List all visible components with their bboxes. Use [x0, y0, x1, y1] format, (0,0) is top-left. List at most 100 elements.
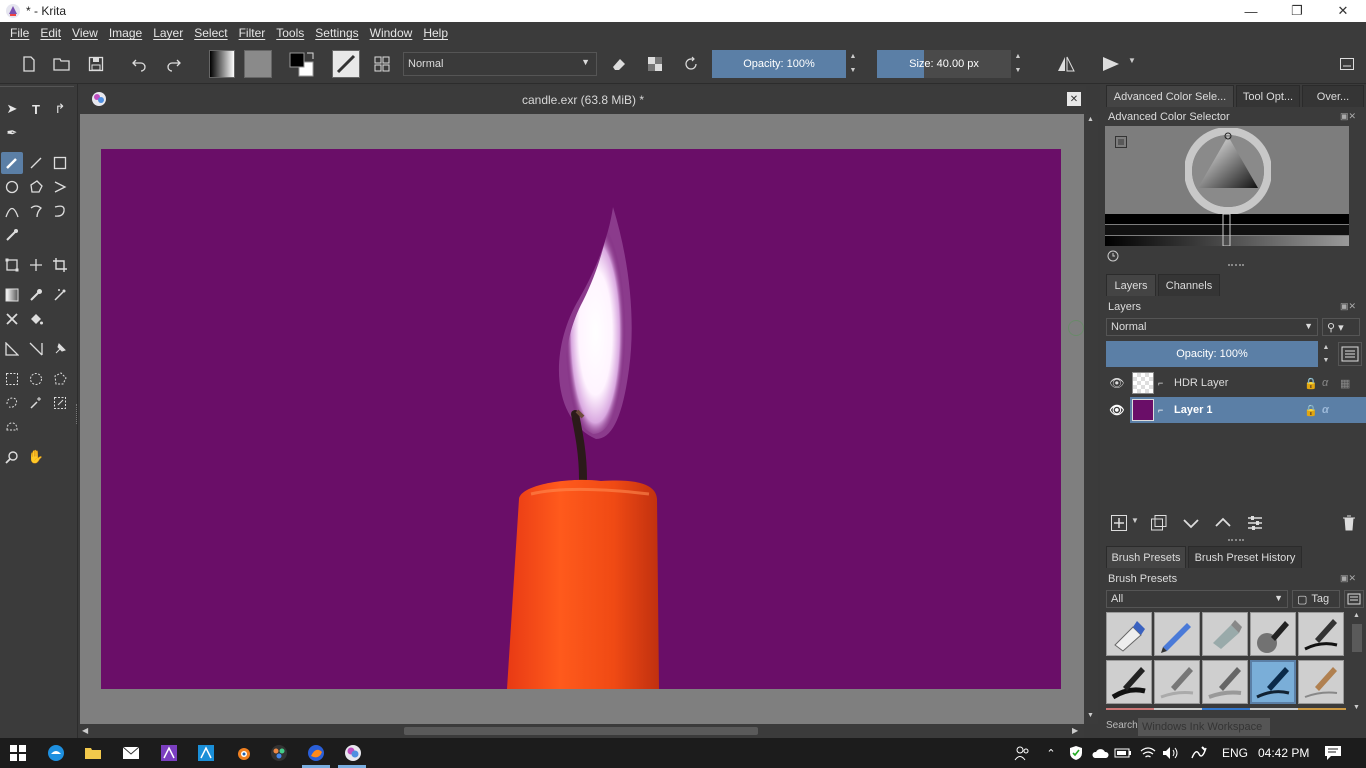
toolbox-resize-handle[interactable]	[76, 404, 78, 424]
menu-layer[interactable]: Layer	[149, 26, 187, 40]
mirror-horizontal-icon[interactable]	[1053, 51, 1079, 77]
mail-icon[interactable]	[121, 743, 141, 763]
brush-preset-icon[interactable]	[332, 50, 360, 78]
layer-opacity-spinner[interactable]: ▲ ▼	[1320, 341, 1332, 367]
brush-tag-button[interactable]: ▢ Tag	[1292, 590, 1340, 608]
undo-icon[interactable]	[126, 51, 152, 77]
save-icon[interactable]	[83, 51, 109, 77]
scroll-right-icon[interactable]: ▶	[1072, 726, 1078, 735]
affinity-designer-icon[interactable]	[196, 743, 216, 763]
layer-options-icon[interactable]	[1338, 342, 1362, 366]
delete-layer-icon[interactable]	[1340, 514, 1358, 532]
brush-settings-icon[interactable]	[369, 51, 395, 77]
freehand-path-tool-icon[interactable]	[25, 200, 47, 222]
menu-filter[interactable]: Filter	[235, 26, 270, 40]
dynamic-brush-tool-icon[interactable]	[49, 200, 71, 222]
vertical-scrollbar[interactable]: ▲ ▼	[1084, 114, 1098, 724]
restore-button[interactable]: ❐	[1274, 0, 1320, 22]
gradient-tool-icon[interactable]	[1, 284, 23, 306]
defender-shield-icon[interactable]	[1066, 743, 1086, 763]
zoom-tool-icon[interactable]	[1, 446, 23, 468]
layer-row-hdr[interactable]: 👁 ⌐ HDR Layer 🔒 α ▦	[1104, 370, 1366, 396]
duplicate-layer-icon[interactable]	[1150, 514, 1168, 532]
visibility-eye-icon[interactable]: 👁	[1104, 376, 1130, 390]
edit-shapes-tool-icon[interactable]: ↱	[49, 98, 71, 120]
menu-tools[interactable]: Tools	[272, 26, 308, 40]
measure-tool-icon[interactable]	[1, 338, 23, 360]
brush-preset-ink[interactable]	[1298, 612, 1344, 656]
menu-select[interactable]: Select	[190, 26, 231, 40]
brush-preset-eraser[interactable]	[1106, 612, 1152, 656]
toolbar-menu-icon[interactable]	[1334, 51, 1360, 77]
rect-select-tool-icon[interactable]	[1, 368, 23, 390]
smart-patch-tool-icon[interactable]	[49, 284, 71, 306]
magic-wand-tool-icon[interactable]	[25, 392, 47, 414]
menu-window[interactable]: Window	[366, 26, 417, 40]
layer-properties-icon[interactable]	[1246, 514, 1264, 532]
scroll-up-icon[interactable]: ▲	[1353, 612, 1360, 619]
freehand-brush-tool-icon[interactable]	[1, 152, 23, 174]
tab-brush-presets[interactable]: Brush Presets	[1106, 546, 1186, 568]
volume-icon[interactable]	[1161, 743, 1181, 763]
similar-select-tool-icon[interactable]	[49, 392, 71, 414]
move-tool-icon[interactable]	[25, 254, 47, 276]
alpha-lock-icon[interactable]: α	[1322, 377, 1340, 389]
inherit-alpha-icon[interactable]: ▦	[1340, 377, 1358, 390]
color-value-bars[interactable]	[1105, 214, 1349, 246]
horizontal-scrollbar[interactable]: ◀ ▶	[80, 724, 1084, 738]
reload-preset-icon[interactable]	[678, 51, 704, 77]
menu-help[interactable]: Help	[419, 26, 452, 40]
opacity-spinner[interactable]: ▲ ▼	[847, 50, 859, 78]
color-selector-area[interactable]	[1105, 126, 1349, 246]
edge-browser-icon[interactable]	[46, 743, 66, 763]
alpha-lock-icon[interactable]: α	[1322, 404, 1340, 416]
menu-edit[interactable]: Edit	[36, 26, 65, 40]
tab-tool-options[interactable]: Tool Opt...	[1236, 85, 1300, 107]
brush-float-close-icon[interactable]: ▣✕	[1340, 573, 1356, 584]
menu-view[interactable]: View	[68, 26, 102, 40]
bezier-select-tool-icon[interactable]	[1, 416, 23, 438]
ellipse-tool-icon[interactable]	[1, 176, 23, 198]
brush-scroll-thumb[interactable]	[1352, 624, 1362, 652]
polygon-tool-icon[interactable]	[25, 176, 47, 198]
transform-tool-icon[interactable]	[1, 254, 23, 276]
color-history-icon[interactable]	[1107, 250, 1119, 262]
battery-icon[interactable]	[1113, 743, 1133, 763]
perspective-tool-icon[interactable]	[25, 338, 47, 360]
affinity-photo-icon[interactable]	[159, 743, 179, 763]
brush-preset-soft-eraser[interactable]	[1202, 612, 1248, 656]
layer-filter-button[interactable]: ⚲ ▾	[1322, 318, 1360, 336]
open-folder-icon[interactable]	[49, 51, 75, 77]
tab-advanced-color-selector[interactable]: Advanced Color Sele...	[1106, 85, 1234, 107]
menu-settings[interactable]: Settings	[311, 26, 362, 40]
action-center-icon[interactable]	[1323, 743, 1343, 763]
menu-file[interactable]: File	[6, 26, 33, 40]
layers-float-close-icon[interactable]: ▣✕	[1340, 301, 1356, 312]
clock-time[interactable]: 04:42 PM	[1258, 746, 1309, 760]
krita-taskbar-icon[interactable]	[343, 743, 363, 763]
document-tab[interactable]: candle.exr (63.8 MiB) * ✕	[80, 86, 1086, 114]
freehand-select-tool-icon[interactable]	[1, 392, 23, 414]
text-tool-icon[interactable]: T	[25, 98, 47, 120]
wifi-icon[interactable]	[1138, 743, 1158, 763]
mirror-vertical-icon[interactable]	[1098, 51, 1124, 77]
file-explorer-icon[interactable]	[83, 743, 103, 763]
color-selector-settings-icon[interactable]	[1115, 136, 1127, 148]
move-layer-up-icon[interactable]	[1214, 514, 1232, 532]
opacity-slider[interactable]: Opacity: 100%	[712, 50, 846, 78]
tab-layers[interactable]: Layers	[1106, 274, 1156, 296]
gradient-preset-icon[interactable]	[209, 50, 235, 78]
brush-view-options-icon[interactable]	[1344, 590, 1364, 608]
firefox-icon[interactable]	[306, 743, 326, 763]
lock-icon[interactable]: 🔒	[1304, 404, 1322, 417]
scroll-down-icon[interactable]: ▼	[1353, 704, 1360, 711]
assistant-tool-icon[interactable]	[1, 308, 23, 330]
redo-icon[interactable]	[161, 51, 187, 77]
select-shapes-tool-icon[interactable]: ➤	[1, 98, 23, 120]
blender-icon[interactable]	[233, 743, 253, 763]
layer-row-layer1[interactable]: 👁 ⌐ Layer 1 🔒 α	[1104, 397, 1366, 423]
fill-bucket-tool-icon[interactable]	[25, 308, 47, 330]
brush-preset-selected-ink[interactable]	[1250, 660, 1296, 704]
calligraphy-tool-icon[interactable]: ✒	[1, 122, 23, 144]
lock-icon[interactable]: 🔒	[1304, 377, 1322, 390]
